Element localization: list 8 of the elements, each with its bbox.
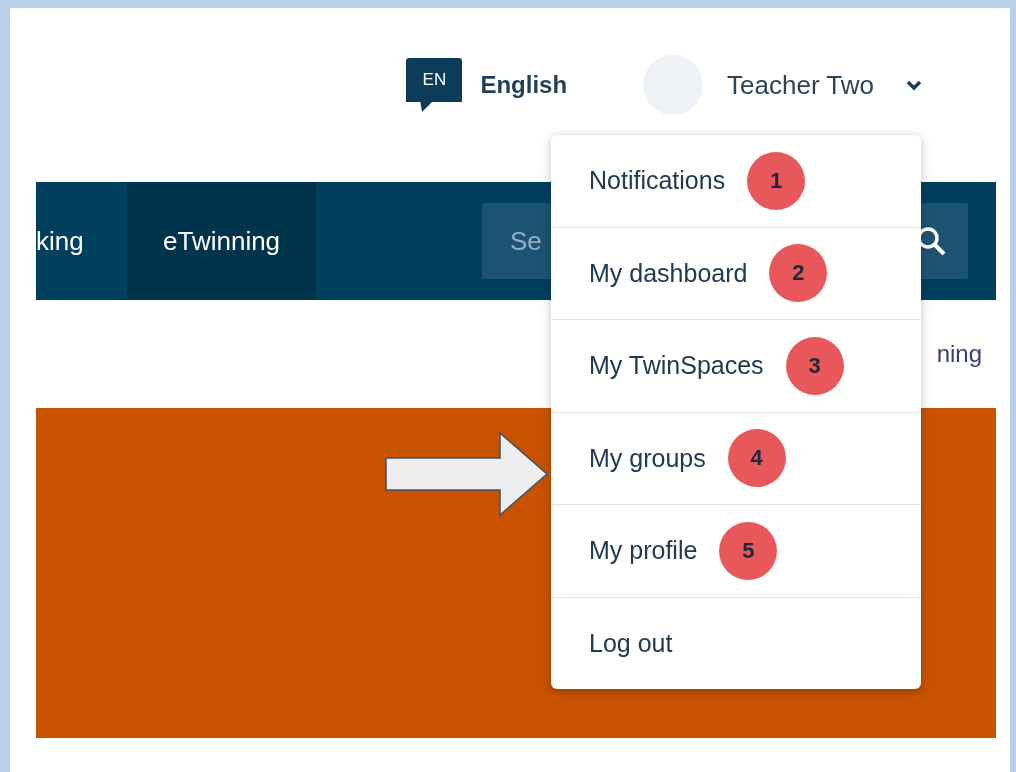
user-name: Teacher Two	[727, 69, 874, 101]
number-badge: 2	[769, 244, 828, 303]
language-badge: EN	[406, 58, 463, 112]
number-badge: 3	[785, 336, 844, 395]
language-label: English	[480, 71, 568, 99]
number-badge: 5	[719, 521, 778, 580]
number-badge: 1	[747, 151, 806, 210]
number-badge: 4	[727, 429, 786, 488]
